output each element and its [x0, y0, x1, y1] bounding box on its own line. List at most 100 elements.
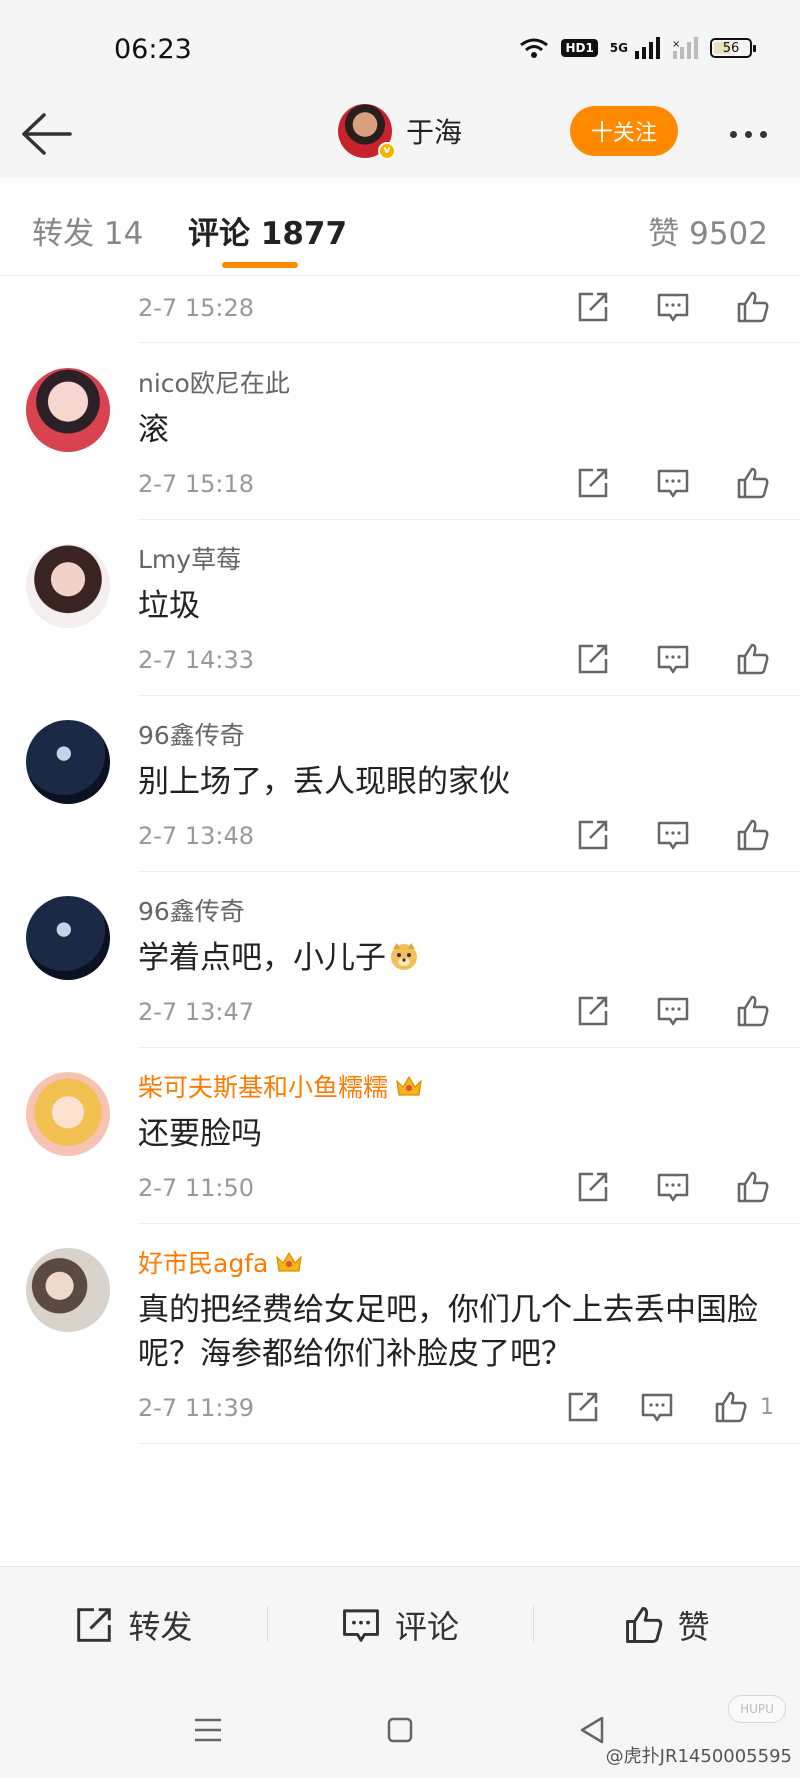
- like-button[interactable]: 赞: [533, 1602, 800, 1648]
- comment-icon: [343, 1608, 379, 1642]
- share-icon: [77, 1607, 112, 1642]
- comment-time: 2-7 13:48: [138, 822, 254, 850]
- comment-body: 96鑫传奇 学着点吧，小儿子 2-7 13:47: [138, 871, 800, 1047]
- like-icon[interactable]: [736, 642, 770, 676]
- share-icon[interactable]: [576, 642, 610, 676]
- comment-body: nico欧尼在此 滚 2-7 15:18: [138, 343, 800, 519]
- like-icon: [625, 1606, 662, 1643]
- like-icon[interactable]: [736, 290, 770, 324]
- comment-time: 2-7 11:50: [138, 1174, 254, 1202]
- avatar[interactable]: [26, 368, 110, 452]
- comment-text: 滚: [138, 412, 169, 448]
- repost-label: 转发: [128, 1607, 193, 1646]
- comment-divider: [138, 1443, 800, 1444]
- comment-time: 2-7 11:39: [138, 1394, 254, 1422]
- watermark-text: @虎扑JR1450005595: [605, 1746, 792, 1767]
- like-icon[interactable]: [736, 1170, 770, 1204]
- comment-author[interactable]: 96鑫传奇: [138, 896, 800, 928]
- header-user[interactable]: v 于海: [338, 104, 462, 160]
- header-avatar[interactable]: v: [338, 104, 396, 160]
- comment-icon[interactable]: [656, 642, 690, 676]
- like-icon[interactable]: [736, 818, 770, 852]
- wifi-icon: [520, 38, 549, 58]
- share-icon[interactable]: [576, 994, 610, 1028]
- verified-badge-icon: v: [378, 142, 396, 160]
- comment-button[interactable]: 评论: [266, 1602, 534, 1648]
- tab-comment[interactable]: 评论 1877: [188, 208, 347, 253]
- network-type-label: 5G: [609, 41, 628, 55]
- comment-icon[interactable]: [656, 466, 690, 500]
- comment-icon[interactable]: [640, 1390, 674, 1424]
- comment-actions: 1: [566, 1390, 774, 1424]
- comment-list: 2-7 15:28 nico欧尼在此 滚 2-7 15:18 Lmy草莓 垃圾 …: [0, 276, 800, 1444]
- comment-actions: [576, 1170, 770, 1204]
- like-icon[interactable]: [714, 1390, 748, 1424]
- header-user-name[interactable]: 于海: [406, 111, 462, 151]
- like-icon[interactable]: [736, 466, 770, 500]
- comment-time: 2-7 13:47: [138, 998, 254, 1026]
- avatar[interactable]: [26, 1072, 110, 1156]
- comment-author-name[interactable]: 柴可夫斯基和小鱼糯糯: [138, 1073, 388, 1102]
- comment-body: 96鑫传奇 别上场了，丢人现眼的家伙 2-7 13:48: [138, 695, 800, 871]
- comment-time: 2-7 15:18: [138, 470, 254, 498]
- comment-meta: 2-7 11:39 1: [138, 1376, 800, 1443]
- home-icon[interactable]: [382, 1712, 418, 1748]
- share-icon[interactable]: [566, 1390, 600, 1424]
- header: v 于海 十关注: [0, 90, 800, 178]
- avatar[interactable]: [26, 896, 110, 980]
- like-label: 赞: [677, 1607, 710, 1646]
- comment-actions: [576, 642, 770, 676]
- menu-icon[interactable]: [190, 1712, 226, 1748]
- avatar[interactable]: [26, 720, 110, 804]
- comment-text: 真的把经费给女足吧，你们几个上去丢中国脸呢？海参都给你们补脸皮了吧？: [138, 1292, 758, 1372]
- comment-icon[interactable]: [656, 1170, 690, 1204]
- tab-like[interactable]: 赞 9502: [648, 208, 768, 253]
- comment-text: 学着点吧，小儿子: [138, 936, 800, 980]
- comment-body: 好市民agfa 真的把经费给女足吧，你们几个上去丢中国脸呢？海参都给你们补脸皮了…: [138, 1223, 800, 1443]
- share-icon[interactable]: [576, 290, 610, 324]
- comment-item: 柴可夫斯基和小鱼糯糯 还要脸吗 2-7 11:50: [0, 1047, 800, 1224]
- system-nav-bar: @虎扑JR1450005595: [0, 1682, 800, 1778]
- status-time: 06:23: [114, 34, 192, 65]
- doge-emoji-icon: [391, 943, 417, 970]
- share-icon[interactable]: [576, 1170, 610, 1204]
- comment-author-name[interactable]: 好市民agfa: [138, 1249, 268, 1278]
- comment-item: 96鑫传奇 学着点吧，小儿子 2-7 13:47: [0, 871, 800, 1048]
- comment-meta: 2-7 14:33: [138, 628, 800, 695]
- crown-badge-icon: [396, 1075, 422, 1096]
- back-arrow-icon[interactable]: [18, 108, 78, 160]
- like-icon[interactable]: [736, 994, 770, 1028]
- more-dot: [759, 130, 767, 138]
- comment-icon[interactable]: [656, 818, 690, 852]
- bottom-action-bar: 转发 评论 赞: [0, 1566, 800, 1682]
- more-dot: [729, 130, 737, 138]
- comment-icon[interactable]: [656, 290, 690, 324]
- comment-author[interactable]: 96鑫传奇: [138, 720, 800, 752]
- comment-author[interactable]: Lmy草莓: [138, 544, 800, 576]
- comment-author[interactable]: nico欧尼在此: [138, 368, 800, 400]
- comment-author[interactable]: 好市民agfa: [138, 1248, 800, 1280]
- like-count: 1: [760, 1394, 774, 1420]
- avatar[interactable]: [26, 544, 110, 628]
- comment-meta: 2-7 13:47: [138, 980, 800, 1047]
- tab-bar: 转发 14 评论 1877 赞 9502: [0, 178, 800, 276]
- comment-meta: 2-7 11:50: [138, 1156, 800, 1223]
- repost-button[interactable]: 转发: [0, 1602, 267, 1648]
- share-icon[interactable]: [576, 818, 610, 852]
- more-dots-icon[interactable]: [720, 120, 776, 148]
- comment-actions: [576, 466, 770, 500]
- comment-actions: [576, 290, 770, 324]
- comment-label: 评论: [395, 1607, 460, 1646]
- comment-text: 别上场了，丢人现眼的家伙: [138, 764, 510, 800]
- follow-button[interactable]: 十关注: [570, 106, 678, 156]
- crown-badge-icon: [276, 1251, 303, 1272]
- comment-icon[interactable]: [656, 994, 690, 1028]
- avatar[interactable]: [26, 1248, 110, 1332]
- tab-active-indicator: [222, 262, 298, 268]
- signal-icon: [635, 37, 660, 59]
- tab-repost[interactable]: 转发 14: [32, 208, 143, 253]
- comment-author[interactable]: 柴可夫斯基和小鱼糯糯: [138, 1072, 800, 1104]
- share-icon[interactable]: [576, 466, 610, 500]
- hd-badge: HD1: [561, 39, 598, 57]
- back-triangle-icon[interactable]: [574, 1712, 610, 1748]
